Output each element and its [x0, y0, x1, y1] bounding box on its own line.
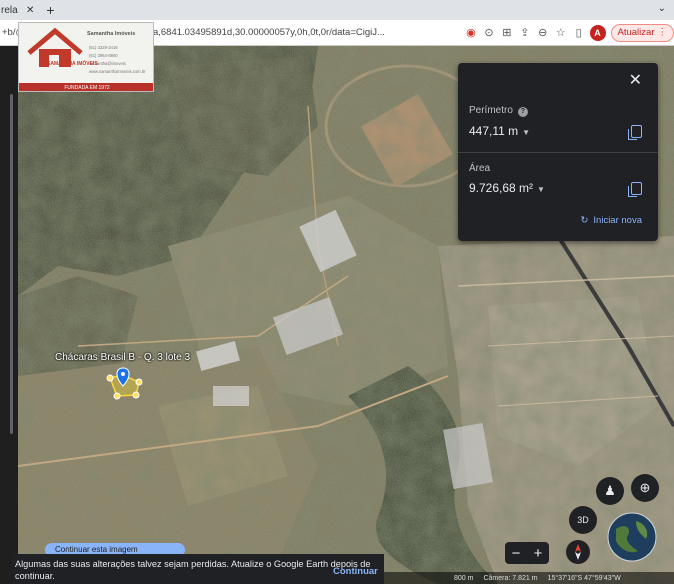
measure-panel: ✕ Perímetro? 447,11 m ▼ Área 9.726,68 m² ▼… [458, 63, 658, 241]
zoom-out-button[interactable]: − [512, 545, 521, 562]
zoom-in-button[interactable]: + [534, 545, 543, 562]
tab-close-icon[interactable]: ✕ [26, 5, 34, 16]
tab-title-fragment[interactable]: rela [0, 5, 20, 16]
logo-company-name: Samantha Imóveis [87, 31, 136, 37]
bookmark-star-icon[interactable]: ☆ [554, 26, 568, 40]
copy-icon[interactable] [628, 125, 642, 140]
tab-bar: rela ✕ + ⌄ [0, 0, 674, 20]
placemark-label[interactable]: Chácaras Brasil B - Q. 3 lote 3 [55, 352, 190, 363]
street-view-pegman-button[interactable]: ♟ [596, 477, 624, 505]
scale-readout: 800 m [454, 574, 474, 582]
logo-contact-line: (61) 3964-8900 [89, 53, 118, 58]
perimeter-label-row: Perímetro? [469, 105, 528, 117]
profile-avatar[interactable]: A [589, 24, 606, 41]
location-target-icon: ⊕ [639, 480, 651, 495]
translate-icon[interactable]: ⊞ [500, 26, 514, 40]
share-icon[interactable]: ⇪ [518, 26, 532, 40]
notification-message: Algumas das suas alterações talvez sejam… [15, 559, 371, 581]
help-icon[interactable]: ? [517, 107, 528, 117]
menu-dots-icon: ⋮ [657, 27, 667, 38]
update-button[interactable]: Atualizar ⋮ [610, 23, 674, 42]
copy-icon[interactable] [628, 182, 642, 197]
browser-window: rela ✕ + ⌄ +b/@-15.6848744,-47.979.52787… [0, 0, 674, 584]
left-scrollbar[interactable] [10, 94, 13, 434]
zoom-icon[interactable]: ⊖ [536, 26, 550, 40]
update-button-label: Atualizar [617, 27, 655, 38]
perimeter-value-row[interactable]: 447,11 m ▼ [469, 124, 530, 138]
logo-founded: FUNDADA EM 1972 [19, 83, 153, 91]
toggle-3d-button[interactable]: 3D [569, 506, 597, 534]
logo-contact-line: (61) 3229-2416 [89, 45, 118, 50]
globe-icon[interactable] [606, 511, 658, 563]
tracking-blocked-icon[interactable]: ◉ [464, 26, 478, 40]
area-label: Área [469, 163, 491, 174]
compass-button[interactable] [566, 540, 590, 564]
area-value: 9.726,68 m² [469, 181, 534, 195]
toggle-3d-label: 3D [577, 515, 589, 525]
compass-needle-icon [575, 544, 581, 560]
divider [458, 152, 658, 153]
cursor-coordinates: 15°37'16"S 47°59'43"W [547, 574, 621, 582]
logo-brand: SAMANTHA IMÓVEIS [47, 61, 98, 67]
close-icon[interactable]: ✕ [629, 73, 642, 89]
unit-dropdown-icon: ▼ [537, 185, 545, 194]
left-sidebar-strip [0, 46, 18, 584]
zoom-controls: − + [505, 542, 549, 564]
side-panel-icon[interactable]: ▯ [572, 26, 586, 40]
map-status-bar: 800 m Câmera: 7.821 m 15°37'16"S 47°59'4… [384, 572, 674, 584]
logo-contact-line: www.samanthaimoveis.com.br [89, 69, 146, 74]
reload-notification: Algumas das suas alterações talvez sejam… [12, 554, 384, 584]
perimeter-value: 447,11 m [469, 124, 519, 138]
site-info-icon[interactable]: ⊙ [482, 26, 496, 40]
area-value-row[interactable]: 9.726,68 m² ▼ [469, 181, 545, 195]
pegman-icon: ♟ [604, 483, 616, 498]
perimeter-label: Perímetro [469, 105, 513, 116]
my-location-button[interactable]: ⊕ [631, 474, 659, 502]
restart-label: Iniciar nova [593, 215, 642, 226]
camera-altitude: Câmera: 7.821 m [483, 574, 538, 582]
new-tab-icon[interactable]: + [46, 3, 54, 17]
restart-icon: ↻ [580, 215, 589, 226]
unit-dropdown-icon: ▼ [522, 128, 531, 137]
tab-search-chevron-icon[interactable]: ⌄ [658, 3, 666, 14]
company-logo: Samantha Imóveis (61) 3229-2416 (61) 396… [18, 22, 154, 92]
restart-measure-button[interactable]: ↻ Iniciar nova [580, 215, 642, 226]
continue-button[interactable]: Continuar [333, 566, 378, 577]
